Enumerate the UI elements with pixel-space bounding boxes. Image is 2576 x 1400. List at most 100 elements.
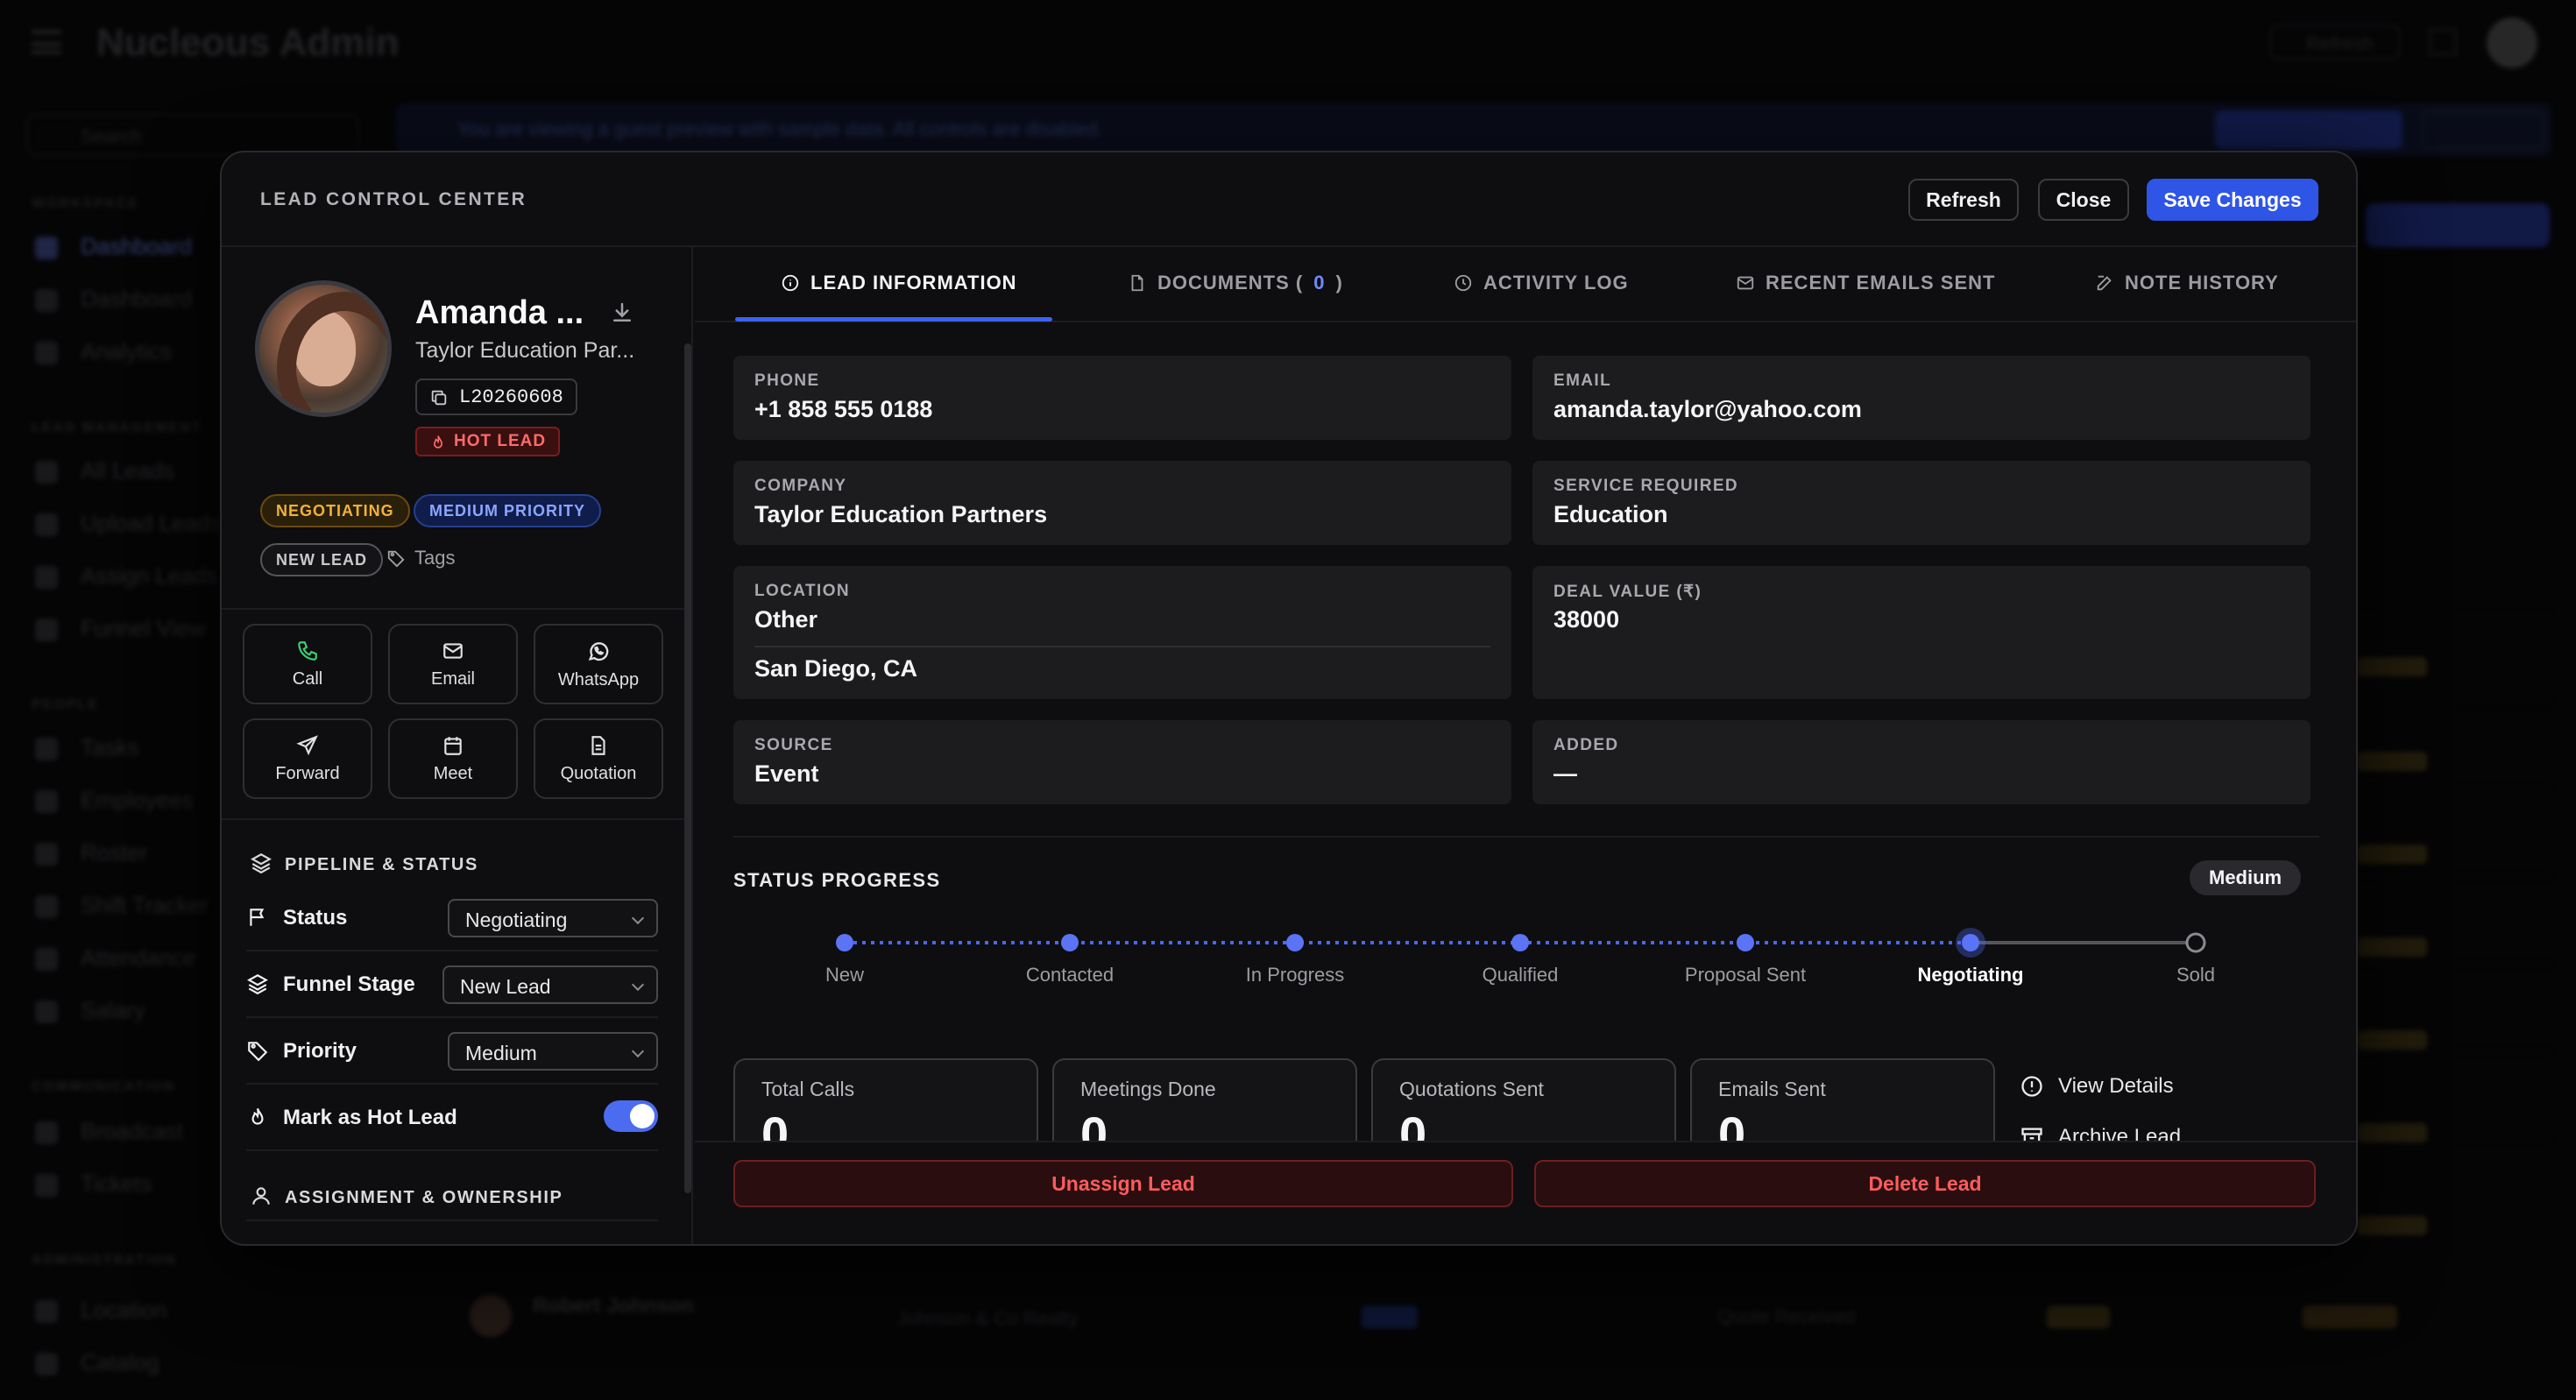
user-avatar[interactable] [2487, 18, 2537, 68]
lead-id-text: L20260608 [459, 385, 563, 408]
service-value: Education [1553, 501, 1668, 527]
sidebar-item[interactable]: Location [35, 1297, 166, 1324]
row-badge [2357, 657, 2427, 676]
funnel-stage-select[interactable]: New Lead [442, 965, 658, 1004]
sidebar-item[interactable]: Assign Leads [35, 562, 217, 590]
unassign-lead-button[interactable]: Unassign Lead [733, 1160, 1513, 1207]
status-select[interactable]: Negotiating [448, 899, 658, 937]
banner-primary-button[interactable] [2215, 110, 2403, 149]
clock-icon [1454, 274, 1472, 292]
added-label: ADDED [1553, 736, 1619, 754]
hot-lead-badge: HOT LEAD [415, 427, 561, 456]
tags-label: Tags [414, 547, 456, 569]
lead-avatar [255, 280, 392, 417]
sidebar-item[interactable]: Tickets [35, 1170, 152, 1198]
status-row: Status Negotiating [246, 887, 658, 951]
phone-value[interactable]: +1 858 555 0188 [754, 396, 932, 423]
banner-secondary-button[interactable] [2422, 110, 2544, 149]
quotation-button[interactable]: Quotation [534, 718, 663, 799]
sidebar-item[interactable]: Roster [35, 839, 148, 866]
sidebar-section: LEAD MANAGEMENT [32, 421, 202, 435]
flag-icon [250, 909, 265, 926]
priority-select-value: Medium [465, 1042, 537, 1064]
status-progress-title: STATUS PROGRESS [733, 869, 941, 891]
sidebar-item[interactable]: Dashboard [35, 233, 192, 260]
stage-label[interactable]: Negotiating [1918, 964, 2024, 986]
email-button[interactable]: Email [388, 624, 518, 704]
calendar-icon [444, 736, 462, 755]
email-card: EMAIL amanda.taylor@yahoo.com [1532, 356, 2311, 440]
whatsapp-label: WhatsApp [557, 669, 640, 689]
row-status: Quote Received [1717, 1305, 1856, 1327]
tab-documents[interactable]: DOCUMENTS ( 0 ) [1128, 272, 1343, 294]
sidebar-section: COMMUNICATION [32, 1079, 176, 1094]
assignment-section-title: ASSIGNMENT & OWNERSHIP [250, 1187, 563, 1208]
sidebar-item[interactable]: Dashboard [35, 286, 192, 313]
app-refresh-button[interactable]: Refresh [2269, 25, 2401, 60]
call-button[interactable]: Call [243, 624, 372, 704]
menu-icon[interactable] [32, 30, 61, 54]
app-header: Nucleous Admin Refresh [0, 0, 2576, 88]
sidebar-item[interactable]: Analytics [35, 338, 172, 365]
funnel-select-value: New Lead [460, 975, 551, 998]
emails-sent-label: Emails Sent [1718, 1078, 1826, 1100]
sidebar-item[interactable]: Shift Tracker [35, 892, 209, 919]
download-icon[interactable] [609, 300, 635, 326]
source-label: SOURCE [754, 736, 833, 754]
tab-lead-information[interactable]: LEAD INFORMATION [781, 272, 1017, 294]
location-card: LOCATION Other San Diego, CA [733, 566, 1511, 699]
tab-recent-emails[interactable]: RECENT EMAILS SENT [1736, 272, 1995, 294]
hot-lead-row: Mark as Hot Lead [246, 1086, 658, 1151]
stage-label[interactable]: Contacted [1026, 964, 1114, 986]
location-divider [754, 646, 1490, 647]
whatsapp-button[interactable]: WhatsApp [534, 624, 663, 704]
row-badge [2357, 937, 2427, 957]
forward-button[interactable]: Forward [243, 718, 372, 799]
sidebar-item[interactable]: Tasks [35, 734, 138, 761]
sidebar-item[interactable]: Funnel View [35, 615, 206, 642]
tag-icon [387, 550, 405, 568]
row-badge [2357, 845, 2427, 864]
refresh-button[interactable]: Refresh [1908, 179, 2019, 221]
lead-id-copy[interactable]: L20260608 [415, 378, 577, 415]
stage-label[interactable]: Proposal Sent [1685, 964, 1806, 986]
company-label: COMPANY [754, 477, 847, 495]
meet-button[interactable]: Meet [388, 718, 518, 799]
stage-label[interactable]: In Progress [1246, 964, 1345, 986]
stage-label[interactable]: Qualified [1483, 964, 1559, 986]
delete-lead-button[interactable]: Delete Lead [1534, 1160, 2316, 1207]
sidebar-item[interactable]: All Leads [35, 457, 174, 484]
tab-note-history[interactable]: NOTE HISTORY [2095, 272, 2279, 294]
divider [246, 1220, 658, 1221]
sidebar-item[interactable]: Employees [35, 787, 194, 814]
save-changes-button[interactable]: Save Changes [2147, 179, 2318, 221]
sidebar-item[interactable]: Upload Leads [35, 510, 221, 537]
stage-label[interactable]: Sold [2176, 964, 2215, 986]
source-card: SOURCE Event [733, 720, 1511, 804]
hot-lead-toggle[interactable] [604, 1100, 658, 1132]
priority-select[interactable]: Medium [448, 1032, 658, 1071]
row-stage [2303, 1305, 2397, 1328]
close-button[interactable]: Close [2038, 179, 2129, 221]
sidebar-item[interactable]: Attendance [35, 944, 196, 972]
edit-icon [2097, 275, 2112, 291]
new-lead-button[interactable] [2366, 203, 2550, 247]
flame-icon [251, 1107, 264, 1125]
email-value[interactable]: amanda.taylor@yahoo.com [1553, 396, 1862, 423]
sidebar-search-input[interactable]: Search [26, 114, 359, 156]
row-tag [1362, 1305, 1418, 1328]
row-badge [2357, 1216, 2427, 1235]
sidebar-item[interactable]: Catalog [35, 1349, 159, 1376]
file-icon [1131, 274, 1143, 292]
sidebar-item[interactable]: Salary [35, 997, 145, 1024]
view-details-link[interactable]: View Details [2020, 1074, 2174, 1099]
priority-label: Priority [246, 1039, 357, 1064]
tab-activity-log[interactable]: ACTIVITY LOG [1454, 272, 1629, 294]
lead-name: Amanda ... [415, 294, 584, 331]
apps-grid-icon[interactable] [2429, 28, 2457, 56]
stage-label[interactable]: New [825, 964, 864, 986]
tags-button[interactable]: Tags [386, 547, 455, 569]
sidebar-section: PEOPLE [32, 697, 99, 712]
sidebar-scrollbar[interactable] [684, 343, 691, 1193]
sidebar-item[interactable]: Broadcast [35, 1118, 183, 1145]
